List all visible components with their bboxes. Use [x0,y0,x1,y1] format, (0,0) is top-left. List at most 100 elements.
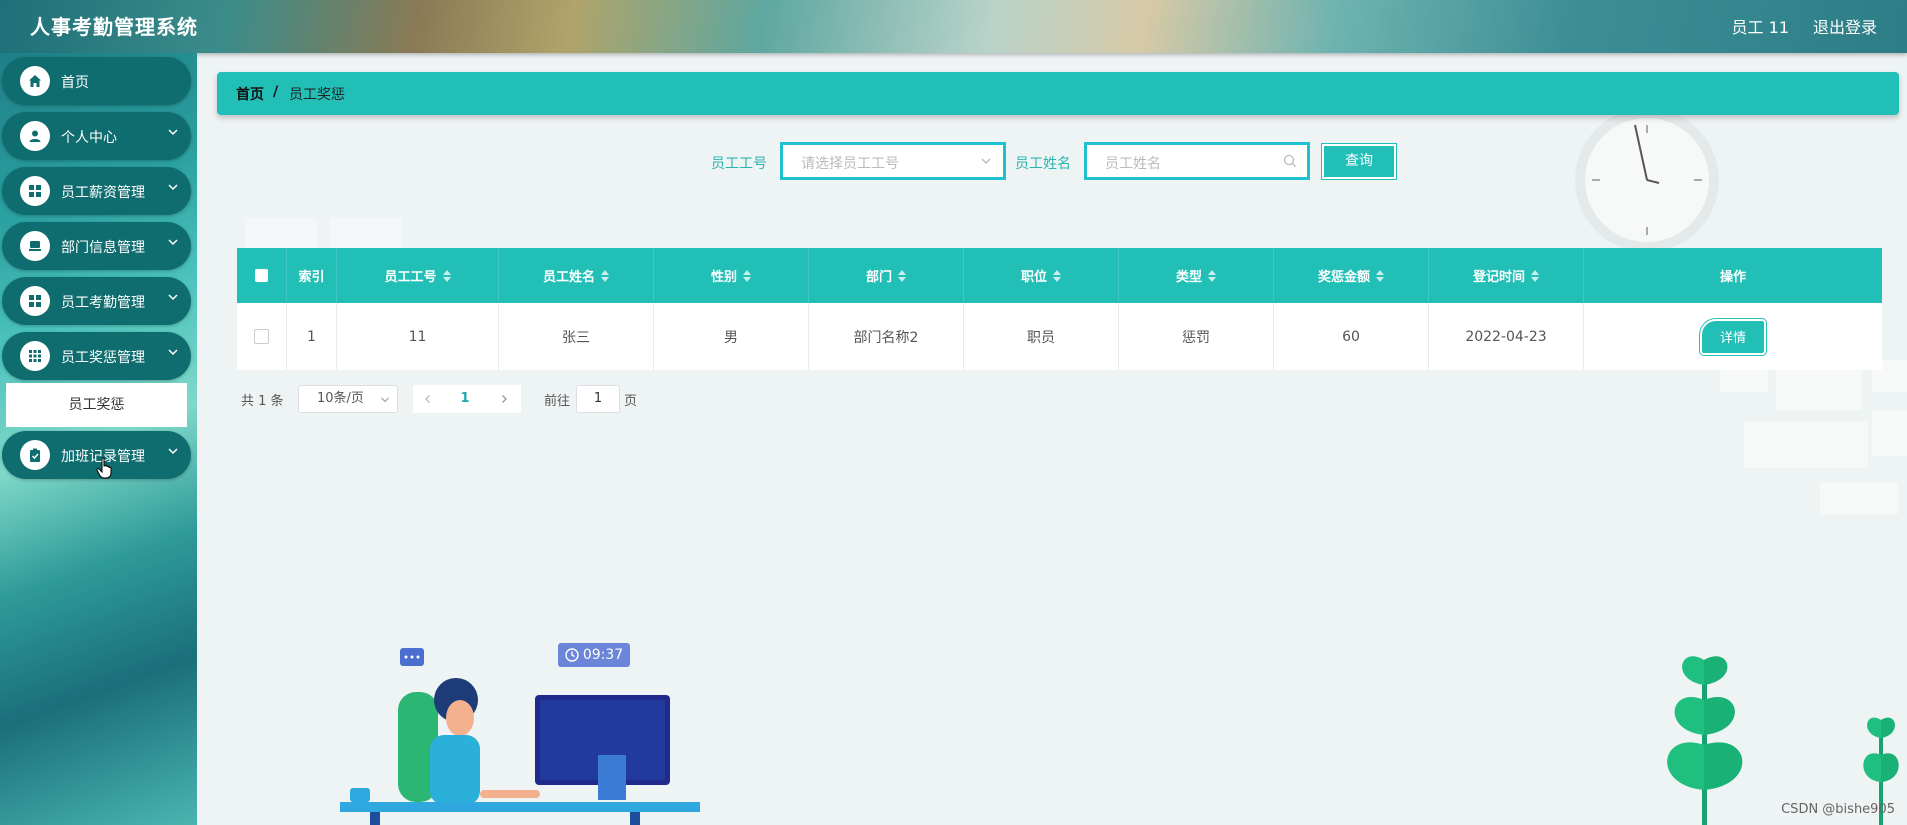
sidebar-item-personal-center[interactable]: 个人中心 [2,112,191,160]
sort-icon[interactable] [898,269,906,282]
sort-icon[interactable] [601,269,609,282]
emp-id-select[interactable]: 请选择员工工号 [781,143,1005,179]
sidebar-item-label: 员工考勤管理 [61,295,145,311]
cell-gender: 男 [654,303,809,370]
breadcrumb-current: 员工奖惩 [289,87,345,103]
sort-icon[interactable] [1376,269,1384,282]
grid-icon [20,286,50,316]
table-header: 索引 员工工号 员工姓名 性别 部门 职位 类型 奖惩金额 登记时间 操作 [237,248,1882,303]
plant-icon [1667,656,1743,825]
col-date[interactable]: 登记时间 [1429,248,1584,303]
breadcrumb: 首页 / 员工奖惩 [217,72,1899,115]
apps-icon [20,341,50,371]
sort-icon[interactable] [1208,269,1216,282]
chevron-down-icon [168,349,178,356]
goto-page-input[interactable]: 1 [576,385,620,413]
pagination-total: 共 1 条 [241,394,284,409]
goto-unit: 页 [624,394,638,409]
user-icon [20,121,50,151]
sidebar-item-overtime[interactable]: 加班记录管理 [2,431,191,479]
emp-name-label: 员工姓名 [1015,156,1071,172]
sidebar-item-rewards[interactable]: 员工奖惩管理 [2,332,191,380]
detail-button[interactable]: 详情 [1700,318,1766,355]
deco-block [1820,482,1898,514]
cell-type: 惩罚 [1119,303,1274,370]
search-icon [1283,154,1296,167]
cell-action: 详情 [1584,303,1882,370]
col-type[interactable]: 类型 [1119,248,1274,303]
top-header: 人事考勤管理系统 员工 11 退出登录 [0,0,1907,53]
sidebar-subitem-rewards[interactable]: 员工奖惩 [6,383,187,427]
col-amount[interactable]: 奖惩金额 [1274,248,1429,303]
page-number-current[interactable]: 1 [443,385,487,413]
office-worker-illustration [340,648,700,825]
chevron-down-icon [168,294,178,301]
deco-block [1872,410,1907,456]
logout-link[interactable]: 退出登录 [1813,14,1877,38]
current-user: 员工 11 [1731,18,1789,37]
col-gender[interactable]: 性别 [654,248,809,303]
deco-block [1744,422,1868,468]
select-all-cell [237,248,287,303]
hand-cursor-icon [96,457,112,479]
sort-icon[interactable] [1531,269,1539,282]
cell-position: 职员 [964,303,1119,370]
page-size-value: 10条/页 [317,391,364,406]
cell-amount: 60 [1274,303,1429,370]
prev-page-button[interactable] [413,385,443,413]
sidebar-item-label: 首页 [61,75,89,91]
grid-icon [20,176,50,206]
deco-block [1776,370,1862,410]
row-checkbox[interactable] [254,329,269,344]
deco-block [1720,370,1768,392]
emp-name-placeholder: 员工姓名 [1105,156,1161,172]
emp-name-input[interactable]: 员工姓名 [1085,143,1309,179]
app-title: 人事考勤管理系统 [30,15,198,39]
table-row: 1 11 张三 男 部门名称2 职员 惩罚 60 2022-04-23 详情 [237,303,1882,370]
deco-block [330,218,402,248]
sort-icon[interactable] [442,269,451,282]
col-emp-id[interactable]: 员工工号 [337,248,499,303]
sidebar-item-label: 个人中心 [61,130,117,146]
goto-label: 前往 [544,394,571,409]
chevron-down-icon [168,129,178,136]
chevron-left-icon [425,395,430,403]
cell-dept: 部门名称2 [809,303,964,370]
sidebar-item-home[interactable]: 首页 [2,57,191,105]
cell-index: 1 [287,303,337,370]
chevron-right-icon [502,395,507,403]
clock-badge: 09:37 [558,643,630,667]
clipboard-icon [20,440,50,470]
col-index: 索引 [287,248,337,303]
sidebar-item-salary[interactable]: 员工薪资管理 [2,167,191,215]
sidebar-item-department[interactable]: 部门信息管理 [2,222,191,270]
chevron-down-icon [168,448,178,455]
col-dept[interactable]: 部门 [809,248,964,303]
clock-icon [565,648,579,662]
wall-clock-icon [1575,108,1719,250]
watermark: CSDN @bishe905 [1781,802,1895,817]
chevron-down-icon [981,158,991,164]
page-size-select[interactable]: 10条/页 [298,385,398,413]
cell-emp-name: 张三 [499,303,654,370]
col-emp-name[interactable]: 员工姓名 [499,248,654,303]
sidebar-item-label: 员工薪资管理 [61,185,145,201]
cell-emp-id: 11 [337,303,499,370]
breadcrumb-home[interactable]: 首页 [236,84,264,104]
emp-id-label: 员工工号 [711,156,767,172]
sidebar-item-attendance[interactable]: 员工考勤管理 [2,277,191,325]
select-all-checkbox[interactable] [255,269,268,282]
emp-id-placeholder: 请选择员工工号 [801,156,899,172]
next-page-button[interactable] [487,385,521,413]
sort-icon[interactable] [743,269,751,282]
search-button[interactable]: 查询 [1322,144,1396,179]
sidebar-item-label: 部门信息管理 [61,240,145,256]
col-position[interactable]: 职位 [964,248,1119,303]
col-action: 操作 [1719,270,1746,285]
sidebar-item-label: 员工奖惩管理 [61,350,145,366]
monitor-icon [20,231,50,261]
home-icon [20,66,50,96]
sort-icon[interactable] [1053,269,1061,282]
cell-date: 2022-04-23 [1429,303,1584,370]
chevron-down-icon [168,184,178,191]
